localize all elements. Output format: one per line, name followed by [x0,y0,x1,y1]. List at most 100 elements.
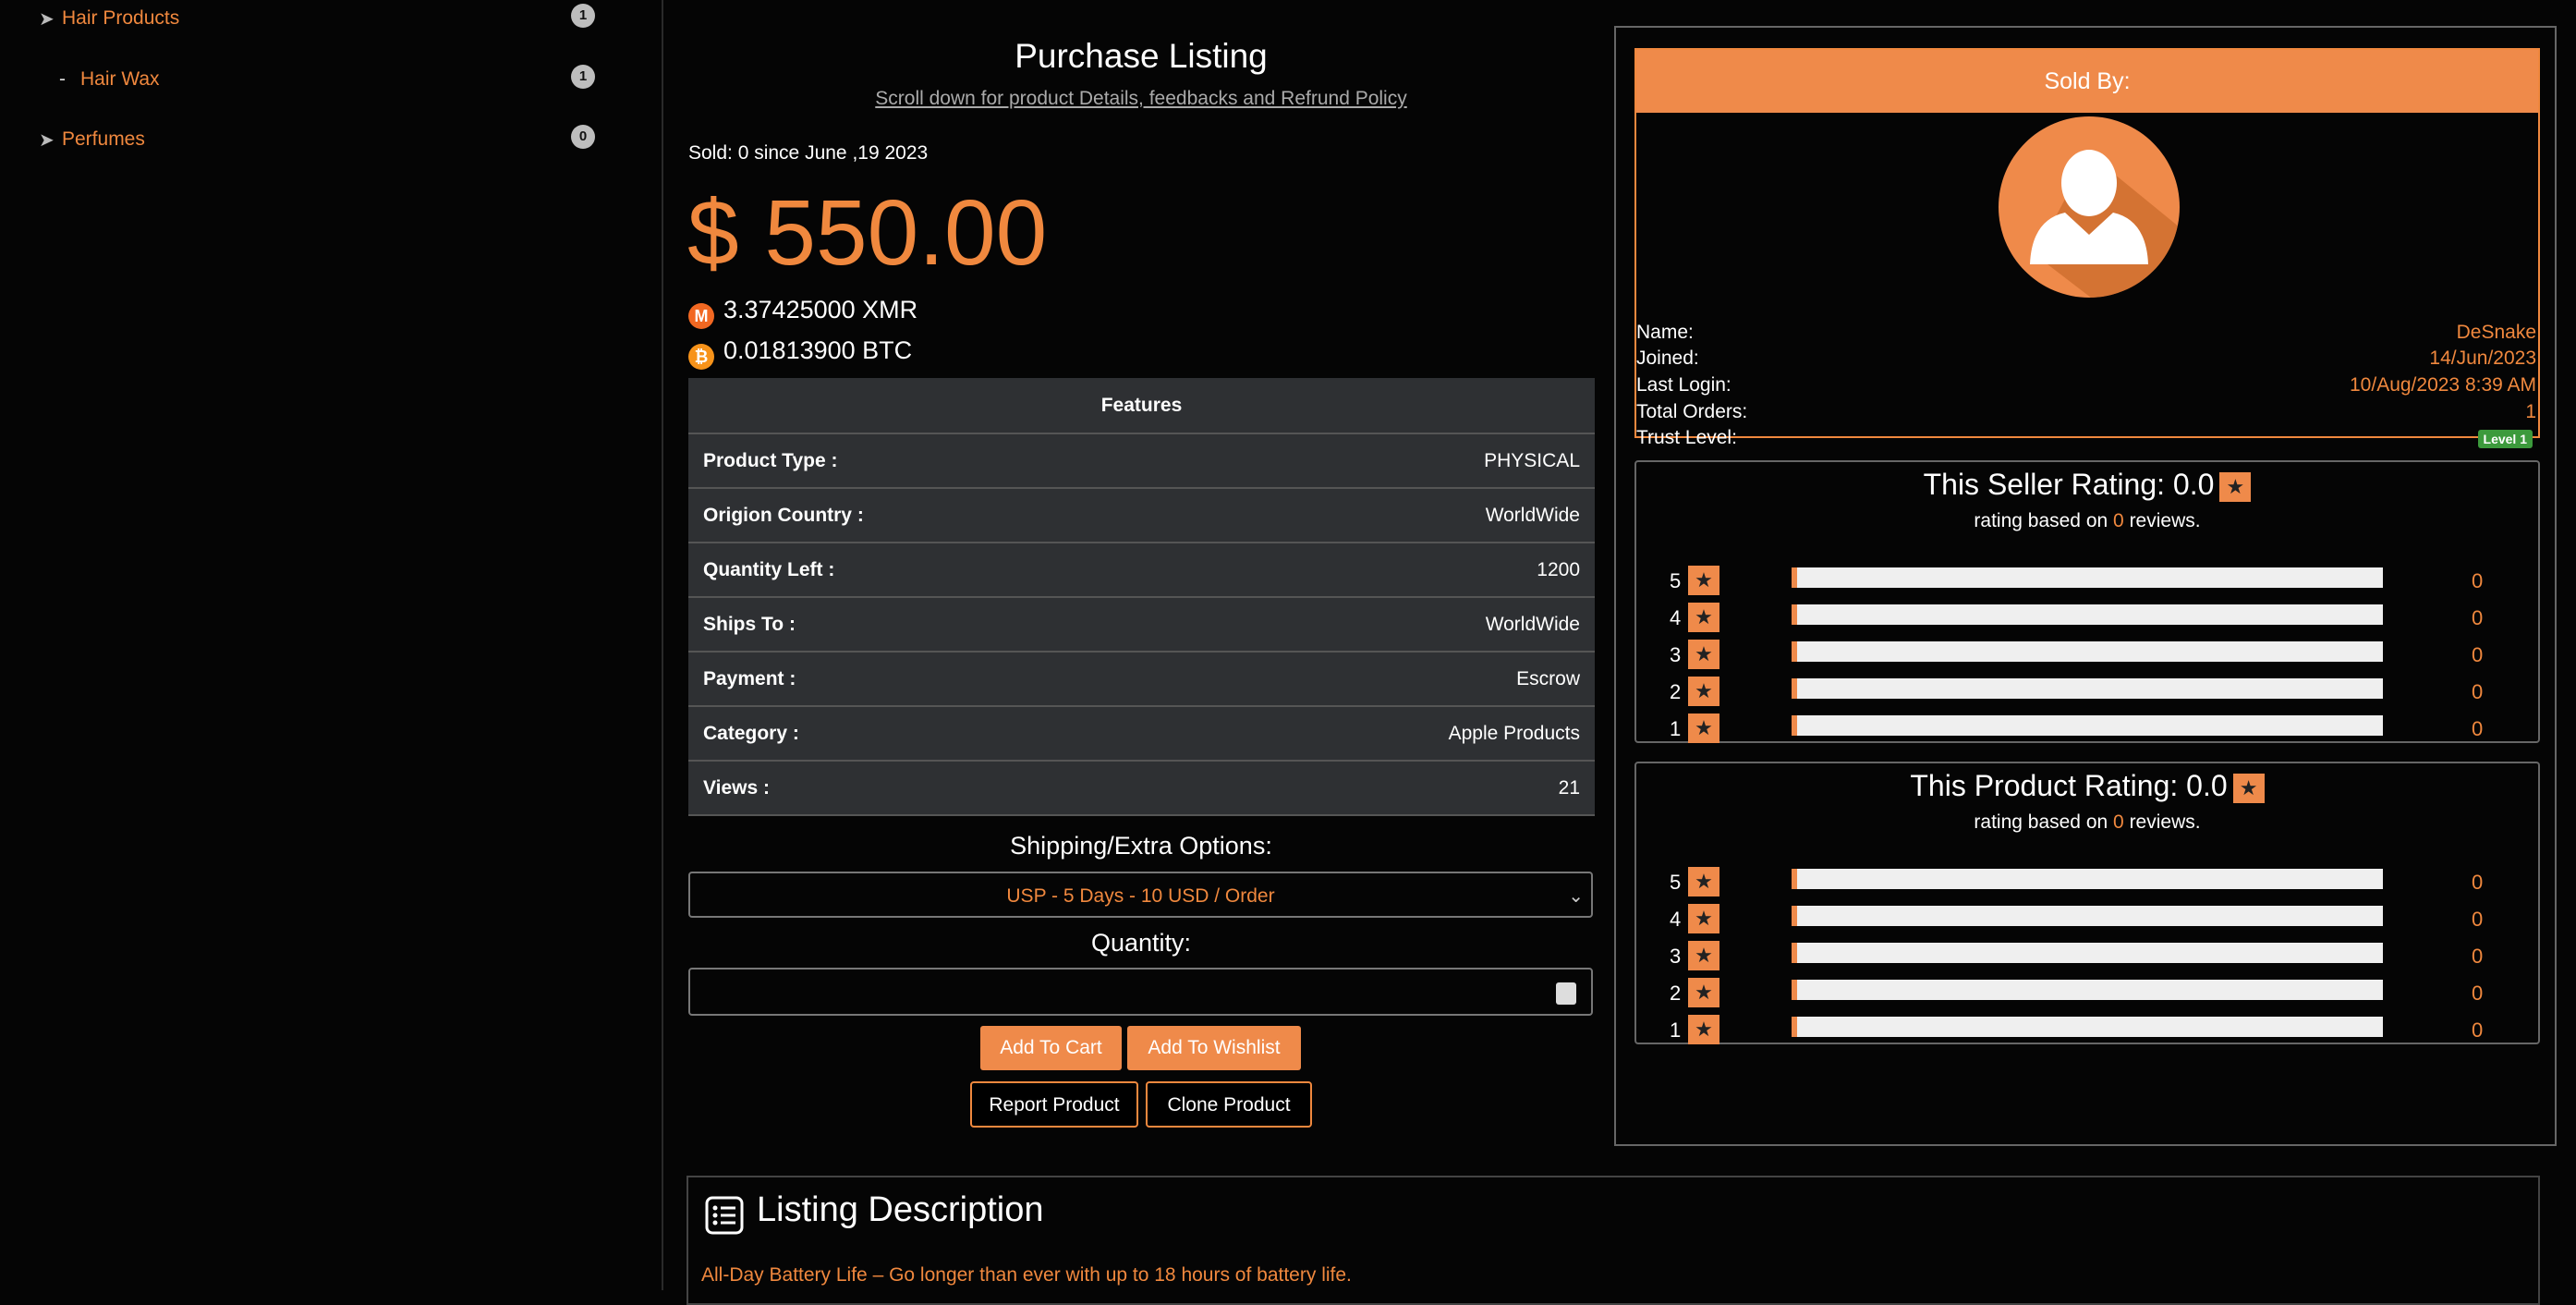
feature-key: Quantity Left : [688,543,1179,598]
rating-bar-fill [1792,641,1797,662]
rating-row: 1 ★ 0 [1636,1013,2538,1046]
rating-bar-fill [1792,943,1797,963]
seller-name-row: Name: DeSnake [1636,322,2538,348]
category-hair-products[interactable]: ➤ Hair Products 1 [0,0,610,37]
feature-key: Payment : [688,652,1179,707]
feature-value: Apple Products [1179,706,1595,762]
feature-value: Escrow [1179,652,1595,707]
expand-arrow-icon[interactable]: ➤ [39,128,55,152]
rating-bar-fill [1792,604,1797,625]
page-title: Purchase Listing [1015,37,1268,75]
category-label[interactable]: Hair Products [62,7,179,30]
seller-orders-row: Total Orders: 1 [1636,401,2538,427]
orders-label: Total Orders: [1636,401,1748,422]
rating-row: 5 ★ 0 [1636,865,2538,898]
rating-row: 3 ★ 0 [1636,638,2538,671]
orders-value: 1 [2525,401,2536,422]
rating-row: 5 ★ 0 [1636,564,2538,597]
rating-row: 4 ★ 0 [1636,601,2538,634]
add-to-cart-button[interactable]: Add To Cart [980,1026,1122,1070]
product-rating-title: This Product Rating: 0.0 ★ [1636,769,2538,803]
trust-level-badge: Level 1 [2477,430,2533,448]
rating-bar [1792,715,2383,736]
rating-bar-fill [1792,715,1797,736]
avatar [1999,116,2180,298]
rating-bar-fill [1792,567,1797,588]
table-row: Ships To : WorldWide [688,597,1595,652]
seller-rating-box: This Seller Rating: 0.0 ★ rating based on… [1634,460,2540,743]
rating-bar [1792,604,2383,625]
category-sidebar: ➤ Hair Products 1 - Hair Wax 1 ➤ Perfume… [0,0,663,1290]
star-icon: ★ [1688,677,1719,706]
feature-key: Origion Country : [688,488,1179,543]
rating-row: 1 ★ 0 [1636,712,2538,745]
clone-product-button[interactable]: Clone Product [1146,1081,1312,1128]
category-label[interactable]: Hair Wax [80,68,160,91]
scroll-hint-link[interactable]: Scroll down for product Details, feedbac… [663,88,1619,110]
shipping-options-select[interactable]: USP - 5 Days - 10 USD / Order ⌄ [688,872,1593,918]
sold-by-header: Sold By: [1636,50,2538,113]
seller-rating-title: This Seller Rating: 0.0 ★ [1636,468,2538,502]
category-hair-wax[interactable]: - Hair Wax 1 [0,61,610,98]
table-row: Quantity Left :1200 [688,543,1595,598]
seller-trust-row: Trust Level: Level 1 [1636,427,2538,457]
category-label[interactable]: Perfumes [62,128,145,151]
price: $ 550.00 [687,181,1048,285]
feature-key: Product Type : [688,433,1179,489]
seller-panel: Sold By: Name: DeSnake Joined: 14/Jun/20… [1614,26,2557,1146]
seller-name-link[interactable]: DeSnake [2457,322,2536,344]
expand-arrow-icon[interactable]: ➤ [39,7,55,30]
seller-rating-summary: rating based on 0 reviews. [1974,510,2201,531]
rating-bar [1792,869,2383,889]
btc-price: ₿ 0.01813900 BTC [688,336,912,370]
description-title: Listing Description [757,1190,1044,1229]
rating-bar-fill [1792,869,1797,889]
quantity-stepper[interactable] [1556,982,1576,1005]
rating-bar-fill [1792,1017,1797,1037]
rating-row: 3 ★ 0 [1636,939,2538,972]
rating-row: 2 ★ 0 [1636,976,2538,1009]
star-icon: ★ [1688,978,1719,1007]
monero-icon: M [688,303,714,329]
feature-value: WorldWide [1179,488,1595,543]
product-rating-box: This Product Rating: 0.0 ★ rating based o… [1634,762,2540,1044]
rating-bar-fill [1792,906,1797,926]
rating-bar [1792,1017,2383,1037]
add-to-wishlist-button[interactable]: Add To Wishlist [1127,1026,1301,1070]
star-icon: ★ [1688,1015,1719,1044]
star-icon: ★ [1688,566,1719,595]
sold-by-card: Sold By: Name: DeSnake Joined: 14/Jun/20… [1634,48,2540,448]
listing-description: Listing Description All-Day Battery Life… [687,1176,2540,1305]
category-perfumes[interactable]: ➤ Perfumes 0 [0,121,610,158]
btc-value: 0.01813900 BTC [723,336,913,364]
quantity-label: Quantity: [1090,929,1192,957]
star-icon: ★ [2219,471,2252,502]
feature-key: Category : [688,706,1179,762]
xmr-value: 3.37425000 XMR [723,296,918,323]
subcategory-dash: - [59,68,66,90]
star-icon: ★ [1688,904,1719,933]
report-product-button[interactable]: Report Product [970,1081,1138,1128]
rating-bar [1792,678,2383,699]
seller-last-login-row: Last Login: 10/Aug/2023 8:39 AM [1636,374,2538,400]
table-row: Product Type : PHYSICAL [688,433,1595,489]
trust-level-label: Trust Level: [1636,427,1737,448]
last-login-value: 10/Aug/2023 8:39 AM [2350,374,2536,396]
star-icon: ★ [1688,941,1719,970]
sold-info: Sold: 0 since June ,19 2023 [688,142,929,164]
rating-bar-fill [1792,678,1797,699]
seller-name-label: Name: [1636,322,1694,343]
shipping-options-label: Shipping/Extra Options: [1010,832,1272,860]
list-icon [705,1196,744,1239]
category-count-badge: 0 [571,125,595,149]
description-text: All-Day Battery Life – Go longer than ev… [701,1264,1352,1286]
star-icon: ★ [1688,713,1719,743]
rating-bar [1792,943,2383,963]
table-row: Category : Apple Products [688,706,1595,762]
listing-main: Purchase Listing Scroll down for product… [663,0,1601,1290]
quantity-input[interactable] [688,968,1593,1016]
star-icon: ★ [1688,640,1719,669]
category-count-badge: 1 [571,4,595,28]
features-table: Features Product Type : PHYSICAL Origion … [688,378,1595,816]
xmr-price: M 3.37425000 XMR [688,296,917,329]
